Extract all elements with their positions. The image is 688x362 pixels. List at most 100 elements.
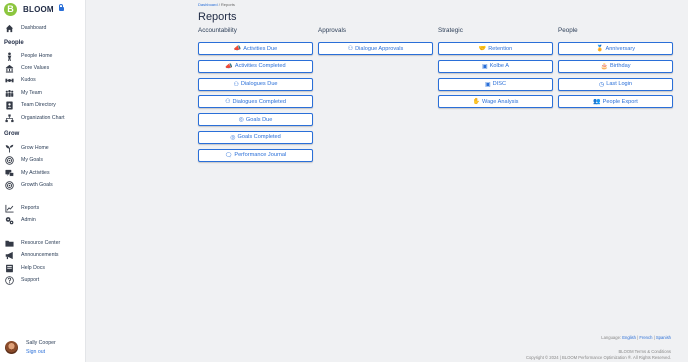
- column-heading: Strategic: [438, 27, 463, 34]
- breadcrumb: Dashboard / Reports: [198, 2, 235, 7]
- clock-icon: ◷: [598, 81, 605, 88]
- column-heading: Accountability: [198, 27, 237, 34]
- target-icon: [5, 155, 14, 165]
- sidebar-item-support[interactable]: Support: [5, 275, 39, 285]
- performance-journal-button[interactable]: 🗨 Performance Journal: [198, 148, 313, 162]
- megaphone-icon: 📣: [225, 63, 233, 70]
- megaphone-icon: [5, 251, 14, 260]
- sidebar-item-growth-goals[interactable]: Growth Goals: [5, 180, 53, 190]
- sidebar-item-reports[interactable]: Reports: [5, 203, 39, 213]
- sidebar-item-core-values[interactable]: Core Values: [5, 63, 49, 73]
- sidebar-item-kudos[interactable]: Kudos: [5, 75, 36, 85]
- anniversary-button[interactable]: 🏅 Anniversary: [558, 42, 673, 55]
- sidebar: B BLOOM Dashboard People People Home Cor…: [0, 0, 86, 362]
- bullseye-icon: [5, 180, 14, 190]
- last-login-button[interactable]: ◷ Last Login: [558, 77, 673, 91]
- birthday-button[interactable]: 🎂 Birthday: [558, 59, 673, 73]
- question-icon: [5, 275, 14, 285]
- id-badge-icon: ▣: [482, 63, 488, 70]
- breadcrumb-dashboard-link[interactable]: Dashboard: [198, 2, 218, 7]
- sidebar-item-label: Resource Center: [21, 240, 61, 246]
- people-export-button[interactable]: 👥 People Export: [558, 95, 673, 109]
- chart-icon: [5, 204, 14, 213]
- team-icon: [5, 89, 14, 98]
- id-badge-icon: ▣: [484, 81, 491, 88]
- retention-button[interactable]: 🤝 Retention: [438, 42, 553, 55]
- brand[interactable]: B BLOOM: [4, 2, 64, 16]
- handshake-icon: 🤝: [478, 46, 487, 52]
- breadcrumb-current: Reports: [220, 2, 235, 7]
- avatar[interactable]: [5, 341, 18, 354]
- gears-icon: [5, 216, 14, 225]
- column-approvals: Approvals ⚇ Dialogue Approvals: [318, 27, 433, 60]
- button-label: Retention: [488, 45, 513, 52]
- wage-analysis-button[interactable]: ✋ Wage Analysis: [438, 95, 553, 109]
- sidebar-item-grow-home[interactable]: Grow Home: [5, 143, 49, 153]
- terms-label: BLOOM Terms & Conditions: [618, 349, 671, 354]
- sidebar-item-label: Growth Goals: [21, 182, 53, 188]
- terms-link[interactable]: BLOOM Terms & Conditions: [618, 349, 671, 354]
- person-icon: [5, 51, 14, 61]
- sidebar-item-label: Team Directory: [21, 102, 56, 108]
- goals-completed-button[interactable]: ◎ Goals Completed: [198, 130, 313, 144]
- button-label: Dialogues Due: [240, 81, 278, 88]
- home-icon: [5, 24, 14, 33]
- sidebar-item-label: Kudos: [21, 77, 36, 83]
- dialogues-completed-button[interactable]: ⚇ Dialogues Completed: [198, 95, 313, 109]
- people-icon: 👥: [593, 99, 601, 106]
- comments-icon: 🗨: [224, 152, 233, 159]
- column-heading: Approvals: [318, 27, 347, 34]
- kudos-icon: [5, 76, 14, 85]
- sidebar-item-admin[interactable]: Admin: [5, 215, 36, 225]
- column-heading: People: [558, 27, 578, 34]
- bloom-logo-icon: B: [4, 2, 17, 16]
- sidebar-item-organization-chart[interactable]: Organization Chart: [5, 113, 65, 123]
- sidebar-item-my-team[interactable]: My Team: [5, 88, 42, 98]
- sidebar-item-resource-center[interactable]: Resource Center: [5, 238, 60, 248]
- button-label: DISC: [492, 81, 507, 88]
- language-label: Language:: [601, 335, 622, 340]
- button-label: Activities Due: [243, 45, 278, 52]
- button-label: Wage Analysis: [482, 98, 519, 105]
- user-block: Sally Cooper Sign out: [5, 340, 56, 355]
- user-name: Sally Cooper: [26, 340, 56, 346]
- sidebar-item-team-directory[interactable]: Team Directory: [5, 100, 56, 110]
- goals-due-button[interactable]: ◎ Goals Due: [198, 113, 313, 127]
- target-icon: ◎: [238, 117, 244, 124]
- sidebar-item-label: My Team: [21, 90, 42, 96]
- button-label: Birthday: [609, 63, 631, 70]
- directory-icon: [5, 100, 14, 110]
- button-label: Activities Completed: [234, 63, 286, 70]
- sidebar-item-people-home[interactable]: People Home: [5, 51, 52, 61]
- kolbe-a-button[interactable]: ▣ Kolbe A: [438, 59, 553, 73]
- language-french-link[interactable]: French: [639, 335, 652, 340]
- sidebar-item-label: Reports: [21, 205, 40, 211]
- sidebar-item-label: My Goals: [21, 157, 43, 163]
- dialogues-due-button[interactable]: ⚇ Dialogues Due: [198, 77, 313, 91]
- org-chart-icon: [5, 113, 14, 123]
- column-accountability: Accountability 📣 Activities Due 📣 Activiti…: [198, 27, 313, 167]
- language-english-link[interactable]: English: [622, 335, 636, 340]
- hand-money-icon: ✋: [472, 99, 480, 106]
- sidebar-item-label: Announcements: [21, 252, 59, 258]
- dialogue-approvals-button[interactable]: ⚇ Dialogue Approvals: [318, 42, 433, 55]
- button-label: Goals Due: [245, 116, 273, 123]
- sidebar-item-announcements[interactable]: Announcements: [5, 250, 59, 260]
- sprout-icon: [5, 144, 14, 153]
- sidebar-item-my-goals[interactable]: My Goals: [5, 155, 43, 165]
- sidebar-item-help-docs[interactable]: Help Docs: [5, 263, 45, 273]
- sign-out-link[interactable]: Sign out: [26, 349, 56, 355]
- lock-icon: [58, 4, 64, 12]
- sidebar-item-label: Support: [21, 277, 40, 283]
- sidebar-item-label: My Activities: [21, 170, 50, 176]
- sidebar-item-my-activities[interactable]: My Activities: [5, 168, 50, 178]
- page-title: Reports: [198, 11, 237, 23]
- button-label: Last Login: [606, 81, 633, 88]
- disc-button[interactable]: ▣ DISC: [438, 77, 553, 91]
- sidebar-item-dashboard[interactable]: Dashboard: [5, 23, 46, 33]
- column-people: People 🏅 Anniversary 🎂 Birthday ◷ Last Logi…: [558, 27, 673, 113]
- button-label: Goals Completed: [237, 134, 281, 141]
- activities-due-button[interactable]: 📣 Activities Due: [198, 42, 313, 55]
- activities-completed-button[interactable]: 📣 Activities Completed: [198, 59, 313, 73]
- language-spanish-link[interactable]: Spanish: [656, 335, 671, 340]
